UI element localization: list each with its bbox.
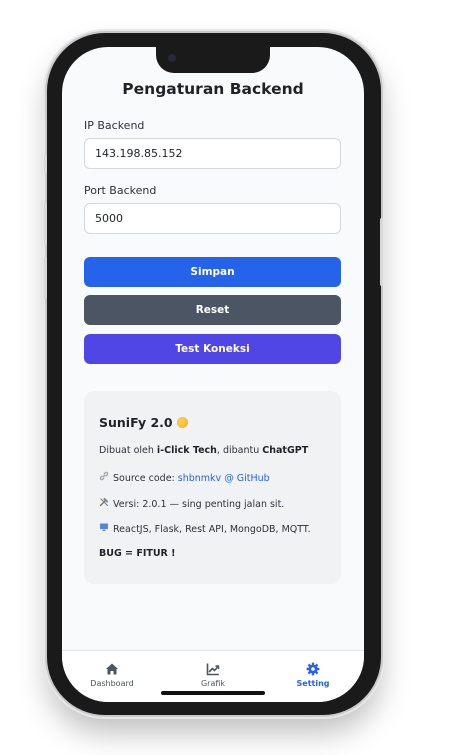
credits-helper: ChatGPT: [262, 445, 309, 456]
phone-volume-down: [44, 257, 47, 299]
app-name: SuniFy 2.0: [99, 415, 188, 430]
phone-notch: [156, 47, 270, 73]
credits-line: Dibuat oleh i-Click Tech, dibantu ChatGP…: [99, 445, 308, 456]
page-title: Pengaturan Backend: [122, 80, 304, 98]
home-icon: [106, 663, 118, 675]
github-link[interactable]: shbnmkv @ GitHub: [178, 473, 270, 484]
source-line: Source code: shbnmkv @ GitHub: [99, 471, 270, 484]
link-icon: [99, 471, 109, 481]
phone-side-button: [44, 155, 47, 173]
reset-button[interactable]: Reset: [84, 295, 341, 325]
home-indicator: [161, 691, 265, 695]
about-card: SuniFy 2.0 Dibuat oleh i-Click Tech, dib…: [84, 391, 341, 584]
port-input[interactable]: 5000: [84, 203, 341, 234]
credits-helped-prefix: , dibantu: [216, 445, 263, 456]
phone-power-button: [380, 218, 383, 286]
credits-prefix: Dibuat oleh: [99, 445, 157, 456]
motto-line: BUG = FITUR !: [99, 548, 176, 559]
ip-input[interactable]: 143.198.85.152: [84, 138, 341, 169]
test-connection-button[interactable]: Test Koneksi: [84, 334, 341, 364]
nav-label-dashboard: Dashboard: [90, 679, 134, 688]
phone-volume-up: [44, 203, 47, 245]
nav-label-grafik: Grafik: [200, 679, 226, 688]
version-line: Versi: 2.0.1 — sing penting jalan sit.: [99, 497, 284, 510]
ip-label: IP Backend: [84, 119, 145, 132]
stack-line: ReactJS, Flask, Rest API, MongoDB, MQTT.: [99, 522, 311, 535]
nav-item-setting[interactable]: Setting: [263, 651, 363, 702]
app-name-text: SuniFy 2.0: [99, 415, 173, 430]
chart-line-icon: [206, 663, 220, 676]
tools-icon: [99, 498, 109, 507]
stack-text: ReactJS, Flask, Rest API, MongoDB, MQTT.: [113, 524, 311, 535]
version-text: Versi: 2.0.1 — sing penting jalan sit.: [113, 499, 285, 510]
save-button[interactable]: Simpan: [84, 257, 341, 287]
app-screen: Pengaturan Backend IP Backend 143.198.85…: [62, 47, 364, 702]
camera-icon: [168, 54, 176, 62]
port-label: Port Backend: [84, 184, 157, 197]
nav-item-dashboard[interactable]: Dashboard: [62, 651, 162, 702]
gear-icon: [306, 662, 320, 676]
credits-author: i-Click Tech: [156, 445, 217, 456]
nav-label-setting: Setting: [296, 679, 330, 688]
computer-icon: [100, 523, 108, 531]
source-prefix: Source code:: [113, 473, 178, 484]
sun-icon: [176, 417, 188, 428]
